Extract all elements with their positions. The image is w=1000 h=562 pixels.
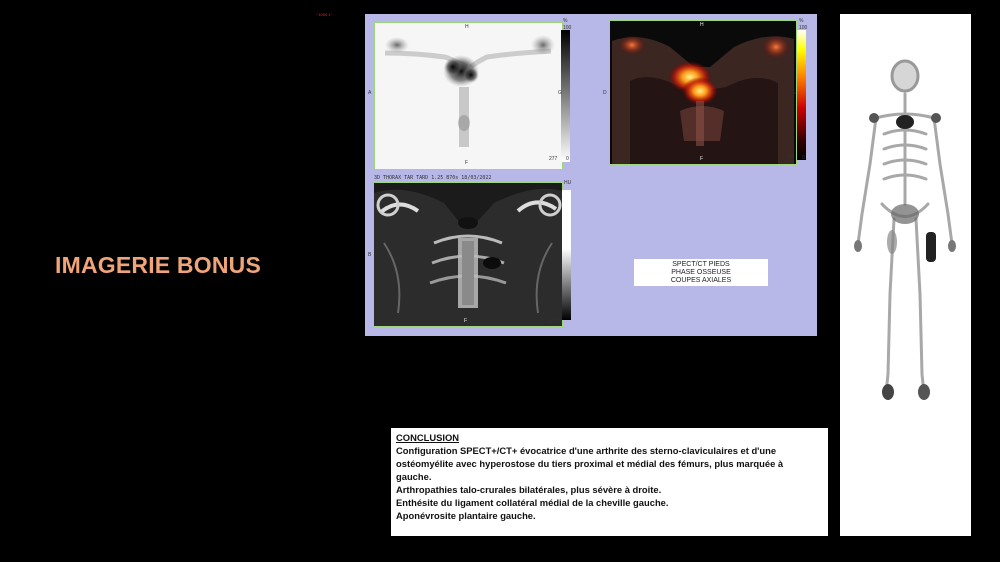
conclusion-line-4: Arthropathies talo-crurales bilatérales,… bbox=[396, 484, 662, 495]
orient-g-label: G bbox=[558, 90, 562, 96]
orient-a-label: A bbox=[368, 90, 372, 96]
ct-coronal-panel[interactable]: F bbox=[373, 182, 563, 327]
conclusion-line-6: Aponévrosite plantaire gauche. bbox=[396, 510, 536, 521]
grayscale-bar bbox=[561, 30, 570, 162]
scale-value-label: 277 bbox=[549, 156, 558, 162]
spect-ct-fusion-panel[interactable]: H F bbox=[609, 20, 797, 165]
spect-coronal-panel[interactable]: H F bbox=[374, 22, 563, 170]
conclusion-line-3: gauche. bbox=[396, 471, 432, 482]
whole-body-bone-scan bbox=[840, 14, 971, 536]
slide-title: IMAGERIE BONUS bbox=[55, 252, 261, 278]
ct-panel-header: 3D THORAX TAR TARD 1.25 B70s 18/03/2022 bbox=[374, 175, 492, 181]
conclusion-line-1: Configuration SPECT+/CT+ évocatrice d'un… bbox=[396, 445, 777, 456]
fusion-orient-f: F bbox=[700, 156, 704, 162]
scale-unit-label: % bbox=[563, 18, 568, 24]
ct-image bbox=[374, 188, 562, 326]
info-line-3: COUPES AXIALES bbox=[670, 277, 732, 284]
fusion-orient-d: D bbox=[603, 90, 607, 96]
fusion-scale-max: 100 bbox=[799, 25, 808, 31]
conclusion-line-5: Enthésite du ligament collatéral médial … bbox=[396, 497, 669, 508]
ct-scale-value: 277 bbox=[550, 318, 559, 324]
protocol-info-box: SPECT/CT PIEDS PHASE OSSEUSE COUPES AXIA… bbox=[634, 259, 768, 286]
scale-max-label: 100 bbox=[563, 25, 572, 31]
conclusion-heading: CONCLUSION bbox=[396, 432, 460, 443]
orient-f-label: F bbox=[465, 160, 469, 166]
scale-min-label: 0 bbox=[566, 156, 569, 162]
fusion-scale-unit: % bbox=[799, 18, 804, 24]
fusion-orient-h: H bbox=[700, 22, 704, 28]
fusion-scale-min: 0 bbox=[802, 155, 805, 161]
ct-orient-f: F bbox=[464, 318, 468, 324]
fusion-orient-g: G bbox=[792, 90, 796, 96]
ct-orient-b: B bbox=[368, 252, 372, 258]
fusion-scale-value: 277 bbox=[786, 155, 795, 161]
info-line-1: SPECT/CT PIEDS bbox=[672, 261, 730, 268]
viewer-top-info: ~1000 1~ bbox=[316, 12, 333, 17]
conclusion-line-2: ostéomyélite avec hyperostose du tiers p… bbox=[396, 458, 784, 469]
conclusion-box: CONCLUSION Configuration SPECT+/CT+ évoc… bbox=[391, 428, 828, 536]
hot-color-bar bbox=[797, 30, 806, 160]
orient-h-label: H bbox=[465, 24, 469, 30]
spect-image bbox=[384, 35, 555, 147]
info-line-2: PHASE OSSEUSE bbox=[671, 269, 731, 276]
imaging-viewer: H F % 100 0 277 A G H F % 100 0 277 D G … bbox=[365, 14, 817, 336]
ct-unit-label: HU bbox=[564, 180, 572, 186]
skeleton-image bbox=[854, 59, 956, 400]
fusion-image bbox=[612, 35, 794, 164]
ct-grayscale-bar bbox=[562, 190, 571, 320]
